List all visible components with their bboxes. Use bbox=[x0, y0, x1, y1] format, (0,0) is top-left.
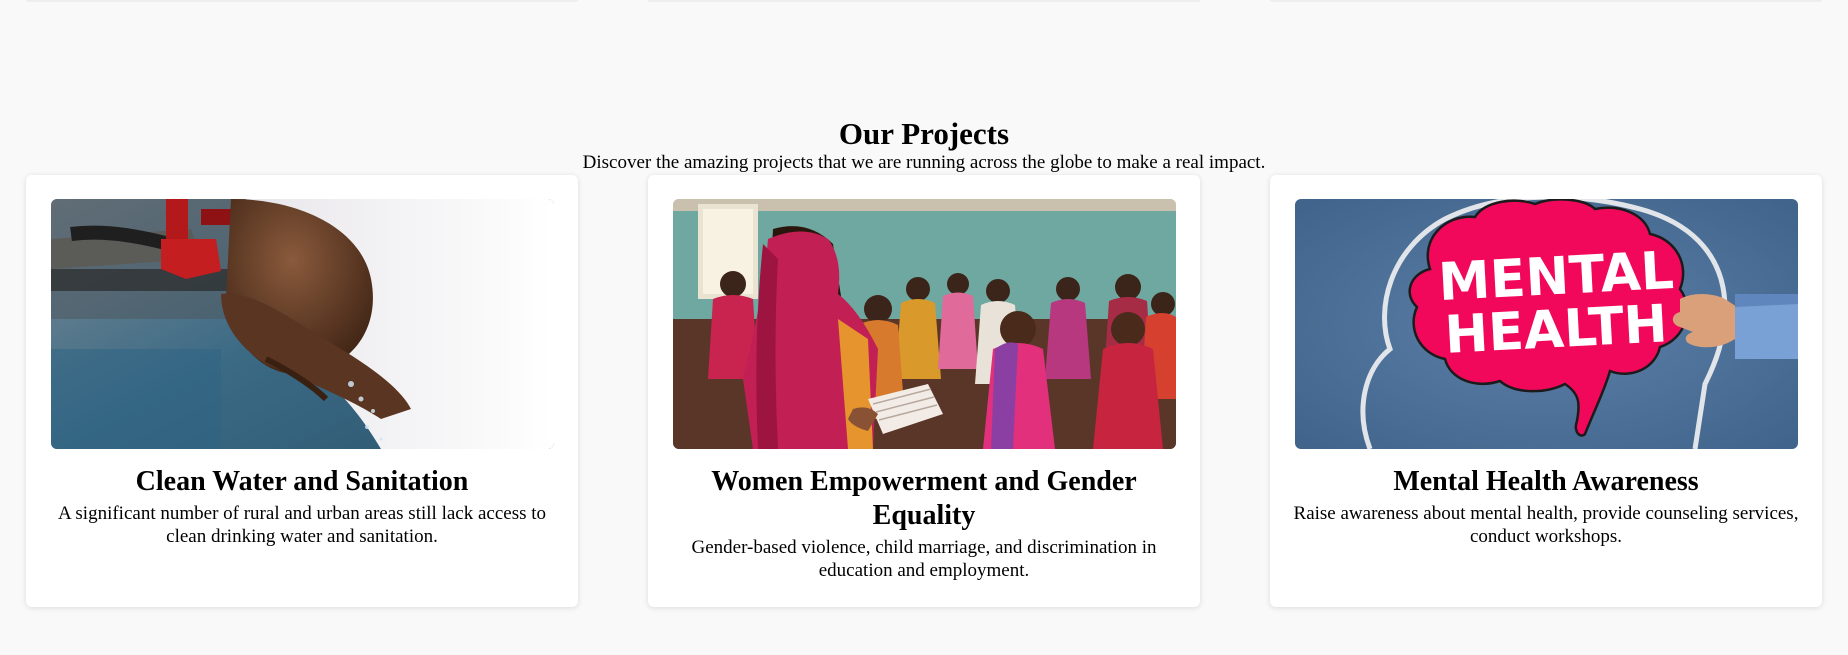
project-description: A significant number of rural and urban … bbox=[57, 503, 547, 547]
svg-text:HEALTH: HEALTH bbox=[1443, 294, 1669, 366]
section-subtitle: Discover the amazing projects that we ar… bbox=[582, 152, 1266, 173]
project-description: Raise awareness about mental health, pro… bbox=[1293, 503, 1799, 547]
project-card-women-empowerment[interactable]: Women Empowerment and Gender Equality Ge… bbox=[648, 175, 1200, 607]
mental-health-brain-photo: MENTAL HEALTH bbox=[1295, 199, 1798, 449]
projects-section: Our Projects Discover the amazing projec… bbox=[0, 0, 1848, 655]
mental-health-image: MENTAL HEALTH bbox=[1295, 199, 1798, 449]
project-title: Mental Health Awareness bbox=[1393, 466, 1699, 497]
project-card-clean-water[interactable]: Clean Water and Sanitation A significant… bbox=[26, 175, 578, 607]
project-card-mental-health[interactable]: MENTAL HEALTH Mental Health Awareness Ra… bbox=[1270, 175, 1822, 607]
project-title: Women Empowerment and Gender Equality bbox=[711, 466, 1137, 531]
clean-water-image bbox=[51, 199, 554, 449]
women-classroom-photo bbox=[673, 199, 1176, 449]
project-title: Clean Water and Sanitation bbox=[135, 466, 469, 497]
project-cards: Clean Water and Sanitation A significant… bbox=[26, 175, 1824, 607]
project-description: Gender-based violence, child marriage, a… bbox=[691, 537, 1157, 581]
section-title: Our Projects bbox=[838, 116, 1010, 151]
child-drinking-photo bbox=[51, 199, 554, 449]
women-empowerment-image bbox=[673, 199, 1176, 449]
